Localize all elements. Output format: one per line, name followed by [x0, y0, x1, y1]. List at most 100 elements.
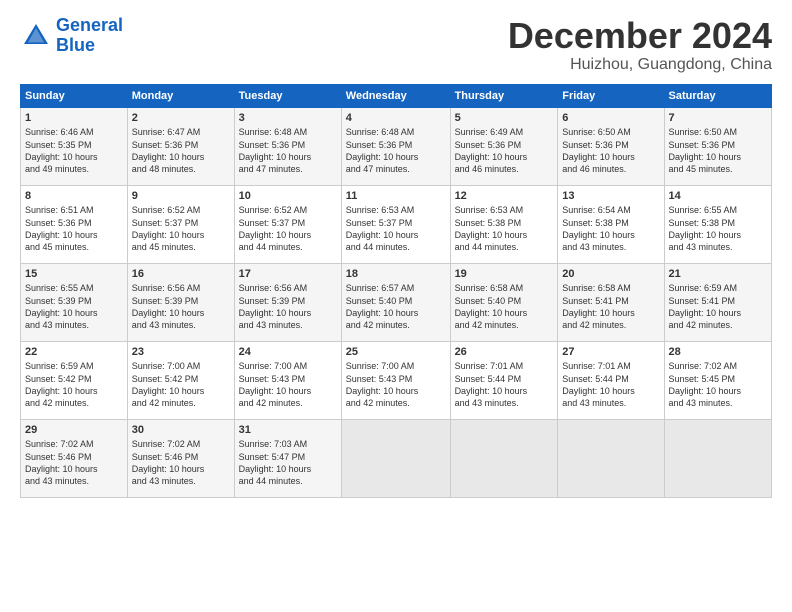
day-number: 19 [455, 267, 554, 282]
day-number: 26 [455, 345, 554, 360]
day-info: and 43 minutes. [25, 476, 89, 486]
day-info: Sunset: 5:36 PM [669, 140, 736, 150]
day-info: Daylight: 10 hours [669, 230, 742, 240]
day-info: Daylight: 10 hours [455, 152, 528, 162]
day-cell: 8Sunrise: 6:51 AMSunset: 5:36 PMDaylight… [21, 185, 128, 263]
day-info: Sunrise: 7:00 AM [239, 361, 308, 371]
day-info: Daylight: 10 hours [132, 308, 205, 318]
week-row-4: 29Sunrise: 7:02 AMSunset: 5:46 PMDayligh… [21, 419, 772, 497]
day-cell: 11Sunrise: 6:53 AMSunset: 5:37 PMDayligh… [341, 185, 450, 263]
day-info: Sunset: 5:37 PM [132, 218, 199, 228]
day-cell: 29Sunrise: 7:02 AMSunset: 5:46 PMDayligh… [21, 419, 128, 497]
day-info: Sunset: 5:40 PM [455, 296, 522, 306]
day-info: Daylight: 10 hours [25, 152, 98, 162]
day-info: Daylight: 10 hours [562, 152, 635, 162]
day-info: Sunset: 5:47 PM [239, 452, 306, 462]
week-row-1: 8Sunrise: 6:51 AMSunset: 5:36 PMDaylight… [21, 185, 772, 263]
day-number: 13 [562, 189, 659, 204]
day-info: Sunset: 5:37 PM [239, 218, 306, 228]
day-info: and 44 minutes. [455, 242, 519, 252]
day-number: 17 [239, 267, 337, 282]
day-number: 2 [132, 111, 230, 126]
day-cell: 30Sunrise: 7:02 AMSunset: 5:46 PMDayligh… [127, 419, 234, 497]
day-cell: 5Sunrise: 6:49 AMSunset: 5:36 PMDaylight… [450, 107, 558, 185]
day-number: 30 [132, 423, 230, 438]
day-cell: 14Sunrise: 6:55 AMSunset: 5:38 PMDayligh… [664, 185, 771, 263]
day-info: Sunrise: 7:03 AM [239, 439, 308, 449]
day-info: Daylight: 10 hours [346, 386, 419, 396]
day-info: and 44 minutes. [346, 242, 410, 252]
day-number: 1 [25, 111, 123, 126]
day-info: Sunrise: 6:57 AM [346, 283, 415, 293]
logo-line2: Blue [56, 35, 95, 55]
day-info: Sunset: 5:36 PM [562, 140, 629, 150]
day-info: Daylight: 10 hours [562, 308, 635, 318]
day-info: Sunset: 5:35 PM [25, 140, 92, 150]
day-cell [450, 419, 558, 497]
week-row-0: 1Sunrise: 6:46 AMSunset: 5:35 PMDaylight… [21, 107, 772, 185]
col-saturday: Saturday [664, 84, 771, 107]
day-info: and 45 minutes. [132, 242, 196, 252]
col-wednesday: Wednesday [341, 84, 450, 107]
day-info: Daylight: 10 hours [132, 464, 205, 474]
day-number: 29 [25, 423, 123, 438]
day-info: and 43 minutes. [669, 242, 733, 252]
day-number: 28 [669, 345, 767, 360]
day-info: Sunrise: 6:48 AM [346, 127, 415, 137]
day-info: and 42 minutes. [669, 320, 733, 330]
day-cell [558, 419, 664, 497]
day-info: and 42 minutes. [25, 398, 89, 408]
day-info: and 42 minutes. [239, 398, 303, 408]
day-info: Sunrise: 6:54 AM [562, 205, 631, 215]
day-info: Sunrise: 6:58 AM [562, 283, 631, 293]
col-thursday: Thursday [450, 84, 558, 107]
day-info: Daylight: 10 hours [455, 230, 528, 240]
day-cell: 7Sunrise: 6:50 AMSunset: 5:36 PMDaylight… [664, 107, 771, 185]
day-number: 14 [669, 189, 767, 204]
day-info: Sunset: 5:36 PM [239, 140, 306, 150]
logo: General Blue [20, 16, 123, 56]
day-info: Sunrise: 6:55 AM [25, 283, 94, 293]
day-info: Sunrise: 6:49 AM [455, 127, 524, 137]
page: General Blue December 2024 Huizhou, Guan… [0, 0, 792, 612]
day-number: 7 [669, 111, 767, 126]
day-info: Sunrise: 6:53 AM [455, 205, 524, 215]
day-cell: 3Sunrise: 6:48 AMSunset: 5:36 PMDaylight… [234, 107, 341, 185]
day-info: Sunset: 5:36 PM [346, 140, 413, 150]
day-info: Sunrise: 6:50 AM [562, 127, 631, 137]
day-info: Sunset: 5:41 PM [562, 296, 629, 306]
day-cell: 13Sunrise: 6:54 AMSunset: 5:38 PMDayligh… [558, 185, 664, 263]
day-info: Sunrise: 6:55 AM [669, 205, 738, 215]
day-number: 15 [25, 267, 123, 282]
day-number: 24 [239, 345, 337, 360]
day-cell: 26Sunrise: 7:01 AMSunset: 5:44 PMDayligh… [450, 341, 558, 419]
day-info: Sunrise: 6:56 AM [239, 283, 308, 293]
header-row: Sunday Monday Tuesday Wednesday Thursday… [21, 84, 772, 107]
day-cell: 27Sunrise: 7:01 AMSunset: 5:44 PMDayligh… [558, 341, 664, 419]
day-info: Sunrise: 7:00 AM [132, 361, 201, 371]
day-info: Daylight: 10 hours [346, 152, 419, 162]
day-cell: 1Sunrise: 6:46 AMSunset: 5:35 PMDaylight… [21, 107, 128, 185]
day-number: 9 [132, 189, 230, 204]
day-number: 21 [669, 267, 767, 282]
week-row-2: 15Sunrise: 6:55 AMSunset: 5:39 PMDayligh… [21, 263, 772, 341]
day-info: Daylight: 10 hours [132, 230, 205, 240]
day-number: 25 [346, 345, 446, 360]
day-info: Sunset: 5:42 PM [25, 374, 92, 384]
day-info: Daylight: 10 hours [239, 308, 312, 318]
day-info: Sunrise: 6:53 AM [346, 205, 415, 215]
day-cell: 28Sunrise: 7:02 AMSunset: 5:45 PMDayligh… [664, 341, 771, 419]
day-info: and 43 minutes. [25, 320, 89, 330]
day-info: Sunrise: 6:59 AM [25, 361, 94, 371]
title-block: December 2024 Huizhou, Guangdong, China [508, 16, 772, 74]
day-cell: 25Sunrise: 7:00 AMSunset: 5:43 PMDayligh… [341, 341, 450, 419]
day-info: Sunset: 5:42 PM [132, 374, 199, 384]
day-cell [341, 419, 450, 497]
day-number: 27 [562, 345, 659, 360]
day-info: Daylight: 10 hours [669, 152, 742, 162]
col-monday: Monday [127, 84, 234, 107]
day-number: 23 [132, 345, 230, 360]
day-info: Sunrise: 7:01 AM [562, 361, 631, 371]
day-info: Daylight: 10 hours [25, 464, 98, 474]
logo-icon [20, 20, 52, 52]
